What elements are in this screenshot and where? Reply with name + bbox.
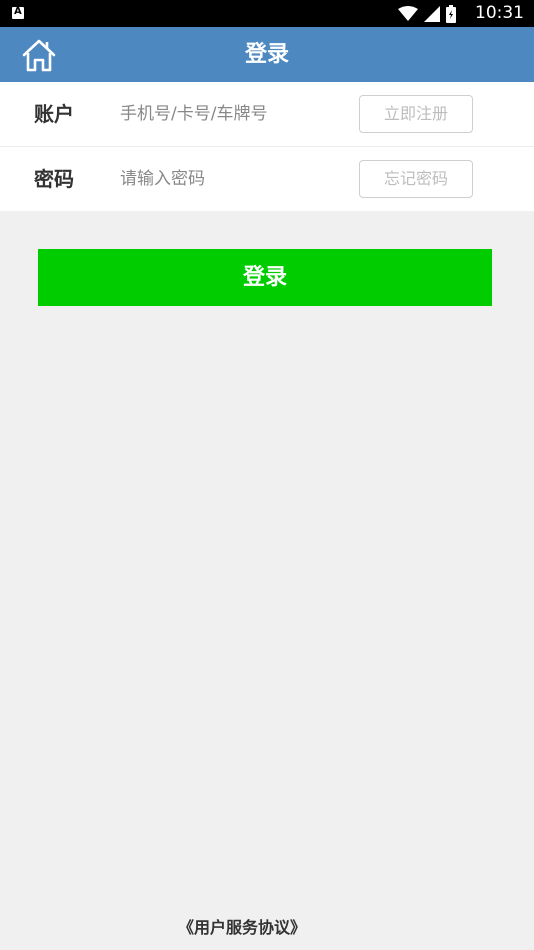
password-label: 密码 xyxy=(34,167,74,191)
home-icon xyxy=(22,39,56,72)
register-button[interactable]: 立即注册 xyxy=(359,95,473,133)
password-row: 密码 忘记密码 xyxy=(0,147,534,211)
page-title: 登录 xyxy=(244,42,289,67)
login-form: 账户 立即注册 密码 忘记密码 xyxy=(0,82,534,211)
forgot-password-button[interactable]: 忘记密码 xyxy=(359,160,473,198)
account-row: 账户 立即注册 xyxy=(0,82,534,146)
home-button[interactable] xyxy=(20,36,58,74)
text-a-icon xyxy=(12,6,24,19)
signal-icon xyxy=(424,6,440,22)
status-time: 10:31 xyxy=(475,3,524,23)
status-icons xyxy=(398,5,456,23)
status-bar: 10:31 xyxy=(0,0,534,27)
account-input[interactable] xyxy=(118,98,347,130)
password-input[interactable] xyxy=(118,163,347,195)
user-agreement-link[interactable]: 《用户服务协议》 xyxy=(0,914,484,938)
title-bar: 登录 xyxy=(0,27,534,82)
battery-icon xyxy=(446,5,456,23)
account-label: 账户 xyxy=(34,102,74,126)
wifi-icon xyxy=(398,6,418,21)
login-button[interactable]: 登录 xyxy=(38,249,492,306)
